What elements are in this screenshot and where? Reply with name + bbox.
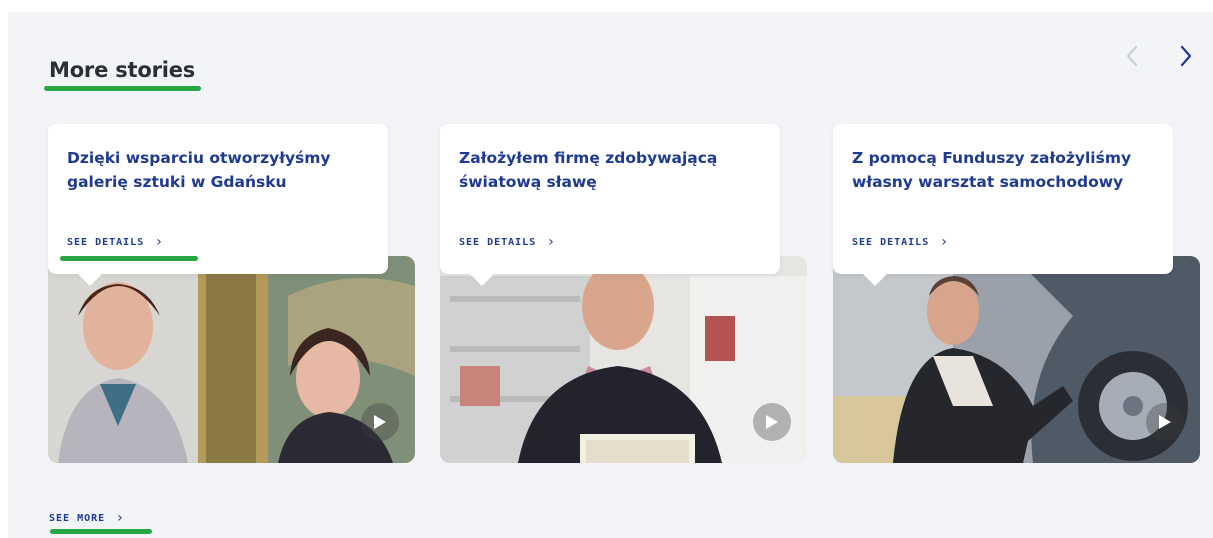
- play-icon: [766, 415, 778, 429]
- card-pointer: [861, 272, 889, 286]
- card-pointer: [468, 272, 496, 286]
- see-more-highlight: [50, 529, 152, 534]
- see-more-link[interactable]: SEE MORE ›: [49, 510, 124, 526]
- play-icon: [374, 415, 386, 429]
- chevron-right-icon: [1180, 45, 1192, 67]
- details-highlight: [60, 256, 198, 261]
- chevron-right-icon: ›: [941, 234, 948, 250]
- see-more-label: SEE MORE: [49, 512, 106, 524]
- card-pointer: [76, 272, 104, 286]
- chevron-right-icon: ›: [156, 234, 163, 250]
- see-details-label: SEE DETAILS: [459, 236, 537, 248]
- play-button[interactable]: [1146, 403, 1184, 441]
- story-title[interactable]: Z pomocą Funduszy założyliśmy własny war…: [852, 146, 1157, 194]
- story-card[interactable]: Z pomocą Funduszy założyliśmy własny war…: [833, 124, 1173, 286]
- see-details-link[interactable]: SEE DETAILS ›: [67, 234, 163, 250]
- see-details-label: SEE DETAILS: [67, 236, 145, 248]
- play-button[interactable]: [361, 403, 399, 441]
- prev-button[interactable]: [1118, 42, 1146, 70]
- story-title[interactable]: Dzięki wsparciu otworzyłyśmy galerię szt…: [67, 146, 372, 194]
- next-button[interactable]: [1172, 42, 1200, 70]
- see-details-link[interactable]: SEE DETAILS ›: [459, 234, 555, 250]
- story-thumbnail[interactable]: [440, 256, 807, 463]
- story-title[interactable]: Założyłem firmę zdobywającą światową sła…: [459, 146, 764, 194]
- story-card[interactable]: Dzięki wsparciu otworzyłyśmy galerię szt…: [48, 124, 388, 286]
- title-highlight: [44, 86, 201, 91]
- section-title: More stories: [49, 58, 196, 82]
- story-thumbnail[interactable]: [48, 256, 415, 463]
- chevron-left-icon: [1127, 46, 1137, 66]
- play-icon: [1159, 415, 1171, 429]
- chevron-right-icon: ›: [548, 234, 555, 250]
- story-thumbnail[interactable]: [833, 256, 1200, 463]
- chevron-right-icon: ›: [117, 510, 124, 526]
- story-card[interactable]: Założyłem firmę zdobywającą światową sła…: [440, 124, 780, 286]
- see-details-label: SEE DETAILS: [852, 236, 930, 248]
- play-button[interactable]: [753, 403, 791, 441]
- see-details-link[interactable]: SEE DETAILS ›: [852, 234, 948, 250]
